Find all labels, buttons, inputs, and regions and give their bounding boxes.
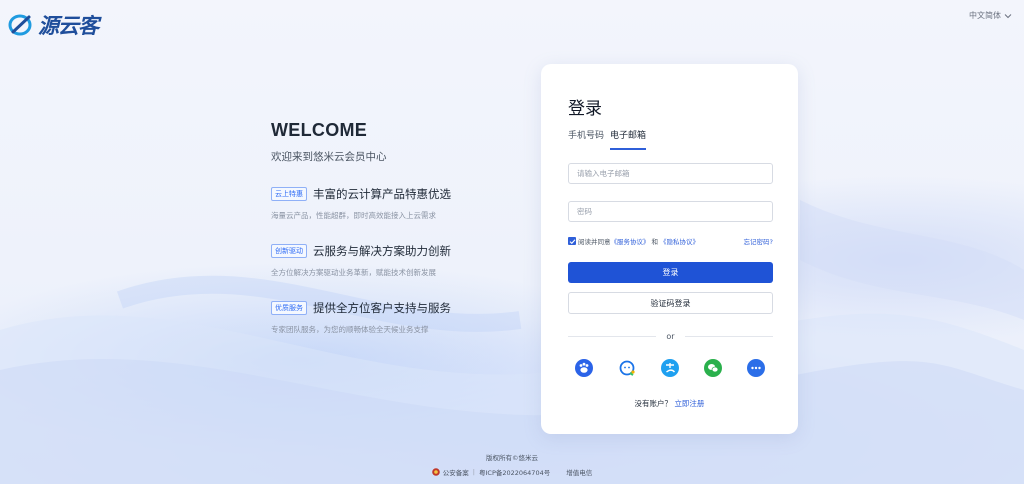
login-tabs: 手机号码 电子邮箱 <box>568 128 647 150</box>
code-login-button[interactable]: 验证码登录 <box>568 292 773 314</box>
baidu-icon[interactable] <box>575 359 593 377</box>
feature-desc: 专家团队服务，为您的顺畅体验全天候业务支撑 <box>271 325 429 334</box>
chevron-down-icon <box>1004 13 1012 18</box>
agreement-row: 阅读并同意 《服务协议》 和 《隐私协议》 忘记密码? <box>568 236 773 246</box>
icp-link[interactable]: 粤ICP备2022064704号 <box>479 467 550 477</box>
email-input[interactable] <box>568 163 773 184</box>
feature-title: 提供全方位客户支持与服务 <box>313 301 451 315</box>
feature-item: 创新驱动 云服务与解决方案助力创新 全方位解决方案驱动业务革新，赋能技术创新发展 <box>271 243 531 278</box>
register-row: 没有账户？ 立即注册 <box>541 398 798 409</box>
check-icon <box>569 238 575 244</box>
agree-prefix: 阅读并同意 <box>578 238 611 246</box>
language-selector[interactable]: 中文简体 <box>969 10 1012 21</box>
tab-phone[interactable]: 手机号码 <box>568 128 604 150</box>
agree-and: 和 <box>651 238 659 246</box>
police-record-link[interactable]: 公安备案 <box>443 467 469 477</box>
login-card: 登录 手机号码 电子邮箱 阅读并同意 《服务协议》 和 《隐私协议》 忘记密码?… <box>541 64 798 434</box>
qq-icon[interactable] <box>618 359 636 377</box>
agree-checkbox[interactable] <box>568 237 576 245</box>
login-button[interactable]: 登录 <box>568 262 773 283</box>
brand-logo[interactable]: 源云客 <box>8 10 99 40</box>
feature-tag: 优质服务 <box>271 301 307 315</box>
wechat-icon[interactable] <box>704 359 722 377</box>
feature-title: 云服务与解决方案助力创新 <box>313 244 451 258</box>
privacy-policy-link[interactable]: 《隐私协议》 <box>660 236 699 246</box>
tab-email[interactable]: 电子邮箱 <box>610 128 647 150</box>
feature-item: 云上特惠 丰富的云计算产品特惠优选 海量云产品，性能超群，即时高效能接入上云需求 <box>271 186 531 221</box>
password-input[interactable] <box>568 201 773 222</box>
logo-text: 源云客 <box>38 14 99 38</box>
intro-section: WELCOME 欢迎来到悠米云会员中心 云上特惠 丰富的云计算产品特惠优选 海量… <box>271 120 531 335</box>
login-title: 登录 <box>568 99 602 119</box>
social-login-row <box>575 359 765 377</box>
service-agreement-link[interactable]: 《服务协议》 <box>611 236 650 246</box>
welcome-heading: WELCOME <box>271 120 368 140</box>
language-label: 中文简体 <box>969 11 1001 20</box>
feature-tag: 云上特惠 <box>271 187 307 201</box>
forgot-password-link[interactable]: 忘记密码? <box>744 236 773 246</box>
no-account-text: 没有账户？ <box>634 399 673 408</box>
logo-icon <box>8 14 32 36</box>
copyright: 版权所有©悠米云 <box>486 454 538 462</box>
or-label: or <box>666 332 675 341</box>
police-badge-icon <box>431 468 440 476</box>
feature-tag: 创新驱动 <box>271 244 307 258</box>
feature-title: 丰富的云计算产品特惠优选 <box>313 187 451 201</box>
welcome-subtitle: 欢迎来到悠米云会员中心 <box>271 151 387 163</box>
footer: 版权所有©悠米云 公安备案 | 粤ICP备2022064704号 增值电信 <box>0 452 1024 477</box>
register-link[interactable]: 立即注册 <box>674 399 704 408</box>
feature-desc: 全方位解决方案驱动业务革新，赋能技术创新发展 <box>271 268 436 277</box>
more-icon[interactable] <box>747 359 765 377</box>
feature-item: 优质服务 提供全方位客户支持与服务 专家团队服务，为您的顺畅体验全天候业务支撑 <box>271 300 531 335</box>
or-divider: or <box>568 332 773 341</box>
telecom-link[interactable]: 增值电信 <box>566 467 592 477</box>
alipay-icon[interactable] <box>661 359 679 377</box>
feature-desc: 海量云产品，性能超群，即时高效能接入上云需求 <box>271 211 436 220</box>
